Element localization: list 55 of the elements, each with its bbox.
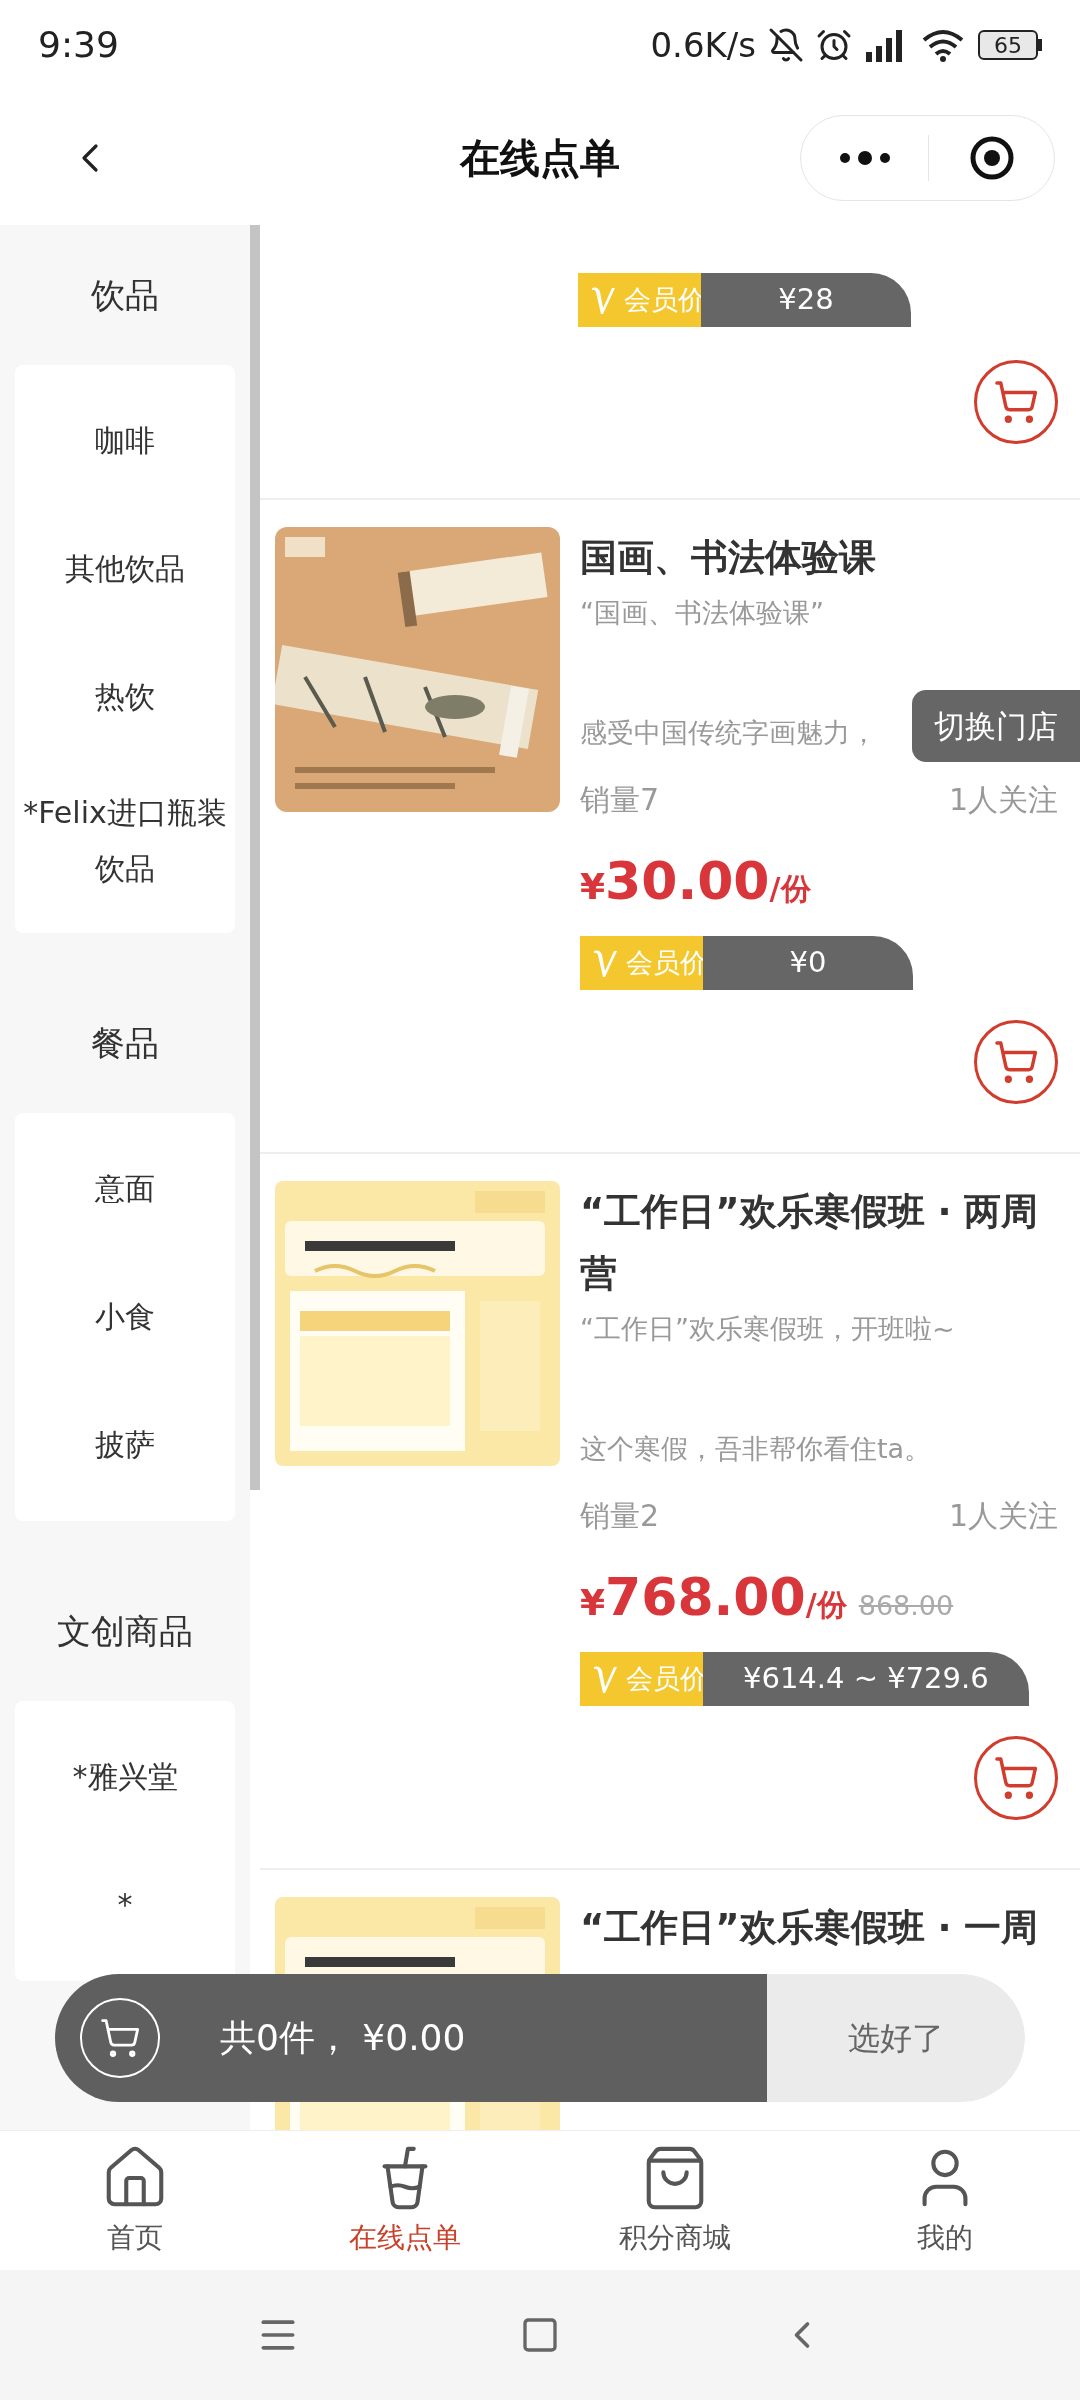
cart-total: 共0件， ¥0.00: [220, 2016, 466, 2060]
product-title: 国画、书法体验课: [580, 535, 877, 581]
cart-icon: [993, 1755, 1039, 1801]
subcategory-item[interactable]: *: [15, 1841, 235, 1969]
cart-icon[interactable]: [80, 1998, 160, 2078]
subcategory-item[interactable]: *雅兴堂: [15, 1713, 235, 1841]
sales-count: 销量7: [580, 781, 660, 819]
subcategory-item[interactable]: 披萨: [15, 1381, 235, 1509]
category-title[interactable]: 餐品: [0, 973, 250, 1113]
switch-store-button[interactable]: 切换门店: [912, 690, 1080, 762]
member-label: 会员价: [626, 945, 707, 980]
price: ¥768.00/份: [580, 1566, 847, 1629]
member-price: ¥0: [788, 944, 827, 982]
subcategory-item[interactable]: 热饮: [15, 633, 235, 761]
product-description: 这个寒假，吾非帮你看住ta。: [580, 1432, 932, 1466]
followers-count: 1人关注: [948, 1497, 1058, 1535]
status-time: 9:39: [38, 23, 119, 67]
network-speed: 0.6K/s: [650, 23, 756, 67]
member-price: ¥28: [777, 281, 834, 319]
cart-icon: [993, 1039, 1039, 1085]
category-title[interactable]: 饮品: [0, 225, 250, 365]
product-subtitle: “工作日”欢乐寒假班，开班啦~: [580, 1312, 956, 1346]
more-icon: [838, 150, 891, 165]
alarm-icon: [816, 27, 852, 63]
tab-item[interactable]: 首页: [0, 2131, 270, 2270]
product-title: “工作日”欢乐寒假班 · 两周营: [580, 1189, 1040, 1297]
tab-item[interactable]: 在线点单: [270, 2131, 540, 2270]
add-to-cart-button[interactable]: [974, 1736, 1058, 1820]
add-to-cart-button[interactable]: [974, 1020, 1058, 1104]
subcategory-item[interactable]: *Felix进口瓶装饮品: [15, 761, 235, 921]
category-title[interactable]: 文创商品: [0, 1561, 250, 1701]
tab-item[interactable]: 积分商城: [540, 2131, 810, 2270]
product-subtitle: “国画、书法体验课”: [580, 596, 825, 630]
price: ¥30.00/份: [580, 850, 811, 913]
product-title: “工作日”欢乐寒假班 · 一周: [580, 1905, 1040, 1951]
sales-count: 销量2: [580, 1497, 660, 1535]
wifi-icon: [920, 28, 966, 62]
member-price: ¥614.4 ~ ¥729.6: [742, 1660, 989, 1698]
target-icon: [968, 134, 1015, 181]
checkout-button[interactable]: 选好了: [767, 1974, 1025, 2102]
cart-icon: [993, 379, 1039, 425]
subcategory-item[interactable]: 咖啡: [15, 377, 235, 505]
subcategory-item[interactable]: 意面: [15, 1125, 235, 1253]
tab-item[interactable]: 我的: [810, 2131, 1080, 2270]
product-description: 感受中国传统字画魅力，: [580, 716, 877, 750]
original-price: 868.00: [858, 1589, 954, 1623]
add-to-cart-button[interactable]: [974, 360, 1058, 444]
followers-count: 1人关注: [948, 781, 1058, 819]
member-label: 会员价: [626, 1661, 707, 1696]
subcategory-item[interactable]: 其他饮品: [15, 505, 235, 633]
subcategory-item[interactable]: 小食: [15, 1253, 235, 1381]
page-title: 在线点单: [460, 133, 620, 183]
member-label: 会员价: [624, 282, 705, 317]
bell-off-icon: [768, 27, 804, 63]
home-square-icon[interactable]: [520, 2315, 560, 2355]
